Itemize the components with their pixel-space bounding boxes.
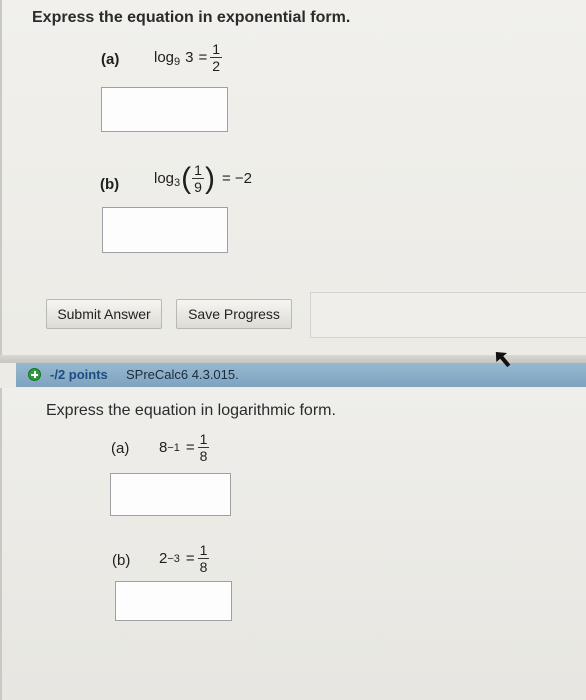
question-2-title: Express the equation in logarithmic form…: [46, 402, 336, 419]
question-1-panel: Express the equation in exponential form…: [0, 0, 586, 355]
fraction-denominator: 8: [199, 559, 208, 575]
question-1-title: Express the equation in exponential form…: [32, 9, 351, 26]
log-text: log: [154, 49, 175, 66]
expand-plus-icon[interactable]: [28, 368, 41, 381]
course-reference: SPreCalc6 4.3.015.: [126, 367, 239, 382]
feedback-area: [310, 292, 586, 338]
log-base: 3: [174, 176, 181, 189]
fraction-denominator: 8: [199, 448, 208, 464]
part-b-equation: 2 −3 = 1 8: [159, 542, 210, 575]
fraction-numerator: 1: [199, 431, 208, 447]
equals-sign: =: [185, 439, 195, 456]
part-a-label: (a): [111, 440, 130, 457]
fraction: 1 8: [197, 542, 210, 575]
part-a-equation: 8 −1 = 1 8: [159, 431, 210, 464]
points-label: -/2 points: [50, 367, 108, 382]
fraction: 1 8: [197, 431, 210, 464]
power-base: 2: [159, 550, 168, 567]
equals-sign: =: [198, 49, 208, 66]
log-text: log: [154, 170, 175, 187]
right-paren: ): [204, 161, 215, 195]
log-argument: 3: [185, 49, 194, 66]
log-base: 9: [174, 55, 181, 68]
fraction-denominator: 9: [194, 179, 202, 195]
part-b-answer-input[interactable]: [115, 581, 232, 621]
left-paren: (: [181, 161, 192, 195]
fraction-numerator: 1: [194, 162, 202, 178]
fraction-numerator: 1: [199, 542, 208, 558]
part-a-answer-input[interactable]: [101, 87, 228, 132]
question-2-panel: Express the equation in logarithmic form…: [0, 388, 586, 700]
power-base: 8: [159, 439, 168, 456]
part-a-equation: log 9 3 = 1 2: [154, 41, 223, 74]
fraction: 1 2: [210, 41, 223, 74]
save-progress-button[interactable]: Save Progress: [176, 299, 292, 329]
part-b-label: (b): [100, 176, 120, 193]
equals-sign: =: [185, 550, 195, 567]
fraction-denominator: 2: [212, 58, 221, 74]
part-b-label: (b): [112, 552, 131, 569]
part-b-answer-input[interactable]: [102, 207, 228, 253]
part-b-equation: log 3 ( 1 9 ) = −2: [154, 163, 252, 194]
fraction: 1 9: [192, 163, 204, 194]
part-a-answer-input[interactable]: [110, 473, 231, 516]
submit-answer-button[interactable]: Submit Answer: [46, 299, 162, 329]
equals-value: = −2: [221, 170, 252, 187]
mouse-pointer-icon: [495, 351, 511, 368]
part-a-label: (a): [101, 51, 120, 68]
fraction-numerator: 1: [212, 41, 221, 57]
